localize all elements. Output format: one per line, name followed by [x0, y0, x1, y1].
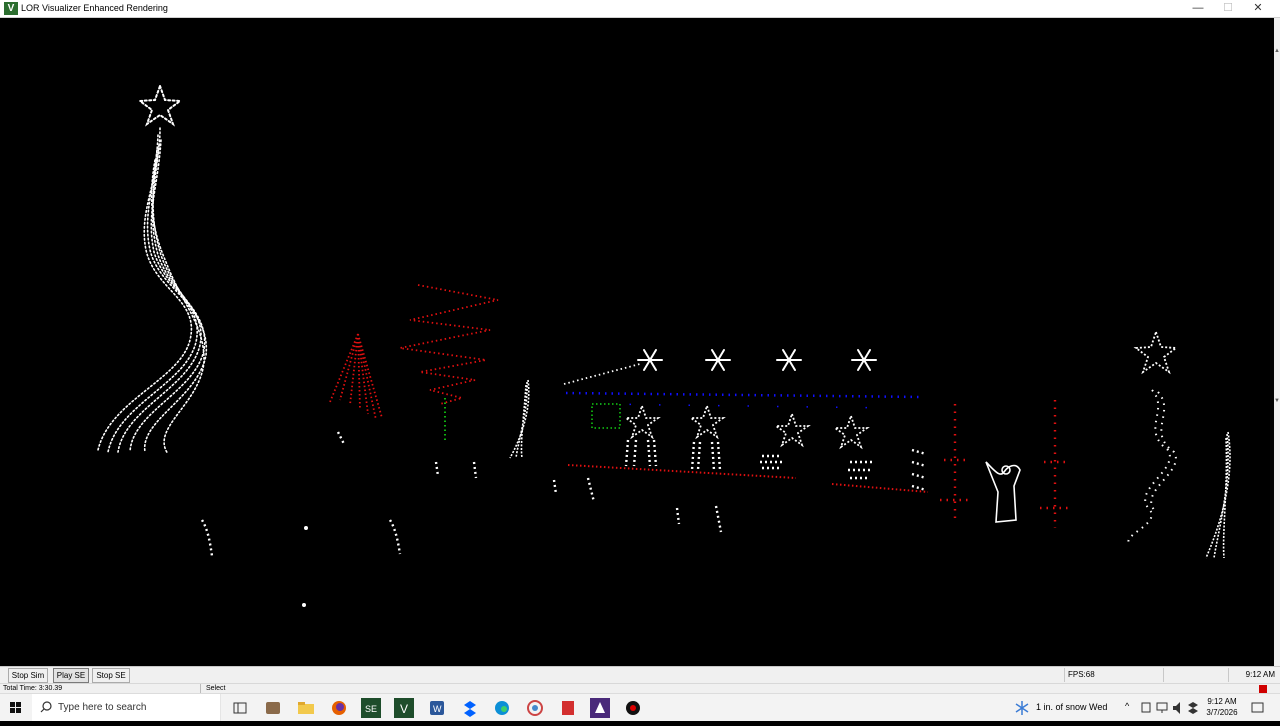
snowflake-1 [637, 349, 663, 371]
red-cone-tree [329, 333, 383, 421]
lor-app-icon[interactable] [590, 698, 610, 718]
task-view-icon[interactable] [230, 698, 250, 718]
white-flame-right [1205, 431, 1231, 559]
visualizer-icon[interactable]: V [394, 698, 414, 718]
visualizer-app-icon: V [4, 2, 18, 15]
taskbar-search[interactable]: Type here to search [32, 694, 221, 721]
lor-control-icon[interactable] [623, 698, 643, 718]
weather-text[interactable]: 1 in. of snow Wed [1036, 702, 1107, 712]
dropbox-tray-icon[interactable] [1186, 698, 1200, 718]
device-icon[interactable] [1140, 698, 1152, 718]
svg-text:W: W [433, 704, 442, 714]
light-columns [624, 439, 927, 492]
sequence-editor-icon[interactable]: SE [361, 698, 381, 718]
snowflake-2 [705, 349, 731, 371]
spiral-column-right [1127, 389, 1177, 546]
spiral-tree-left [97, 83, 208, 455]
render-canvas[interactable] [0, 18, 1274, 666]
light-display [97, 83, 1231, 607]
vertical-scrollbar[interactable]: ▲ ▼ [1274, 18, 1280, 666]
network-icon[interactable] [1155, 698, 1169, 718]
red-ground-lines [567, 464, 929, 493]
notification-icon[interactable] [1250, 698, 1266, 718]
scroll-up-icon[interactable]: ▲ [1274, 48, 1280, 54]
blue-eave-lights [565, 391, 923, 409]
clock-time: 9:12 AM [1207, 697, 1237, 706]
toolbar-time: 9:12 AM [1228, 668, 1278, 682]
chevron-up-icon[interactable]: ^ [1125, 701, 1129, 711]
chrome-like-icon[interactable] [525, 698, 545, 718]
ground-markers [200, 431, 723, 557]
search-placeholder: Type here to search [58, 702, 147, 713]
snowflake-4 [851, 349, 877, 371]
search-icon [40, 701, 52, 713]
stop-sim-button[interactable]: Stop Sim [8, 668, 48, 683]
minimize-button[interactable]: — [1183, 0, 1213, 17]
house-stars [623, 329, 1179, 450]
stop-se-button[interactable]: Stop SE [92, 668, 130, 683]
firefox-icon[interactable] [329, 698, 349, 718]
taskbar-clock[interactable]: 9:12 AM 3/7/2026 [1200, 696, 1244, 718]
roofline [563, 363, 641, 385]
status-indicator [1259, 685, 1267, 693]
maximize-button[interactable]: ☐ [1213, 0, 1243, 17]
clock-date: 3/7/2026 [1206, 708, 1238, 717]
edge-icon[interactable] [492, 698, 512, 718]
word-icon[interactable]: W [427, 698, 447, 718]
ground-dots [302, 526, 308, 607]
windows-taskbar: Type here to search SE V W 1 in. of snow… [0, 693, 1280, 721]
play-se-button[interactable]: Play SE [53, 668, 89, 683]
snowflakes [637, 349, 877, 371]
close-button[interactable]: ✕ [1243, 0, 1273, 17]
pdf-icon[interactable] [558, 698, 578, 718]
start-button[interactable] [0, 694, 32, 721]
snowflake-3 [776, 349, 802, 371]
app-icon-1[interactable] [263, 698, 283, 718]
window-titlebar: V LOR Visualizer Enhanced Rendering — ☐ … [0, 0, 1280, 18]
weather-snow-icon[interactable] [1012, 698, 1032, 718]
red-vertical-trees [940, 400, 1070, 528]
fps-readout: FPS:68 [1064, 668, 1164, 682]
red-zigzag-tree [399, 284, 499, 405]
volume-icon[interactable] [1171, 698, 1183, 718]
dropbox-icon[interactable] [460, 698, 480, 718]
scroll-down-icon[interactable]: ▼ [1274, 398, 1280, 404]
tree-star-left [137, 83, 183, 127]
svg-text:SE: SE [365, 704, 377, 714]
green-window [591, 403, 621, 429]
file-explorer-icon[interactable] [296, 698, 316, 718]
white-flame-center [509, 379, 530, 459]
windows-logo-icon [10, 702, 21, 713]
svg-text:V: V [400, 702, 408, 716]
angel-figure [985, 461, 1021, 523]
simulation-toolbar: Stop Sim Play SE Stop SE FPS:68 9:12 AM [0, 666, 1280, 683]
window-title: LOR Visualizer Enhanced Rendering [21, 3, 168, 13]
